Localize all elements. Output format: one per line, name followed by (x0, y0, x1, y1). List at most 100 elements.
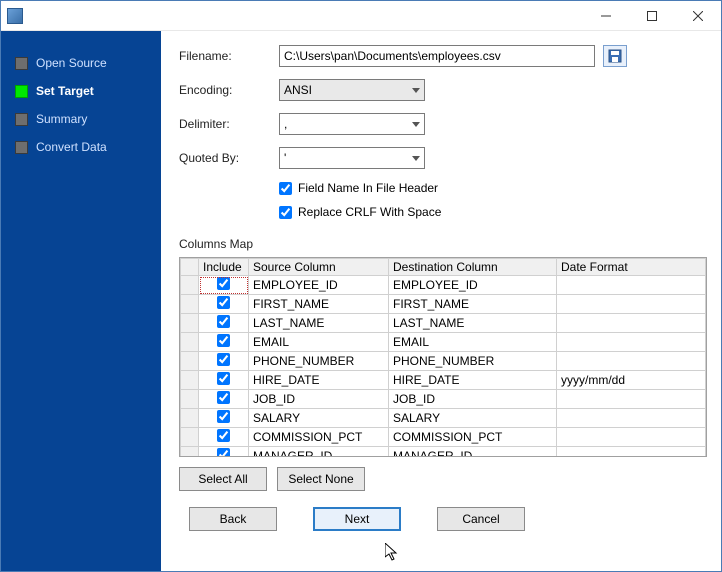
delimiter-combo[interactable]: , (279, 113, 425, 135)
date-format-cell[interactable] (557, 276, 706, 295)
next-button[interactable]: Next (313, 507, 401, 531)
col-dest-header[interactable]: Destination Column (389, 259, 557, 276)
table-row[interactable]: EMPLOYEE_IDEMPLOYEE_ID (181, 276, 706, 295)
date-format-cell[interactable] (557, 447, 706, 458)
include-cell[interactable] (199, 447, 249, 458)
date-format-cell[interactable] (557, 428, 706, 447)
destination-column-cell[interactable]: LAST_NAME (389, 314, 557, 333)
step-set-target[interactable]: Set Target (1, 77, 161, 105)
table-row[interactable]: MANAGER_IDMANAGER_ID (181, 447, 706, 458)
source-column-cell[interactable]: LAST_NAME (249, 314, 389, 333)
include-cell[interactable] (199, 314, 249, 333)
destination-column-cell[interactable]: JOB_ID (389, 390, 557, 409)
date-format-cell[interactable] (557, 390, 706, 409)
row-header[interactable] (181, 390, 199, 409)
table-row[interactable]: LAST_NAMELAST_NAME (181, 314, 706, 333)
row-header[interactable] (181, 428, 199, 447)
save-icon (608, 49, 622, 63)
destination-column-cell[interactable]: EMPLOYEE_ID (389, 276, 557, 295)
maximize-button[interactable] (629, 1, 675, 30)
include-checkbox[interactable] (217, 410, 230, 423)
step-box-icon (15, 141, 28, 154)
table-row[interactable]: FIRST_NAMEFIRST_NAME (181, 295, 706, 314)
destination-column-cell[interactable]: EMAIL (389, 333, 557, 352)
date-format-cell[interactable] (557, 295, 706, 314)
destination-column-cell[interactable]: COMMISSION_PCT (389, 428, 557, 447)
columns-map-label: Columns Map (179, 237, 707, 251)
source-column-cell[interactable]: EMAIL (249, 333, 389, 352)
browse-button[interactable] (603, 45, 627, 67)
source-column-cell[interactable]: COMMISSION_PCT (249, 428, 389, 447)
destination-column-cell[interactable]: PHONE_NUMBER (389, 352, 557, 371)
row-header[interactable] (181, 295, 199, 314)
col-include-header[interactable]: Include (199, 259, 249, 276)
include-checkbox[interactable] (217, 429, 230, 442)
date-format-cell[interactable] (557, 352, 706, 371)
source-column-cell[interactable]: SALARY (249, 409, 389, 428)
close-button[interactable] (675, 1, 721, 30)
include-cell[interactable] (199, 352, 249, 371)
table-row[interactable]: COMMISSION_PCTCOMMISSION_PCT (181, 428, 706, 447)
table-row[interactable]: HIRE_DATEHIRE_DATEyyyy/mm/dd (181, 371, 706, 390)
step-open-source[interactable]: Open Source (1, 49, 161, 77)
row-header[interactable] (181, 276, 199, 295)
minimize-button[interactable] (583, 1, 629, 30)
row-header[interactable] (181, 409, 199, 428)
include-checkbox[interactable] (217, 391, 230, 404)
include-checkbox[interactable] (217, 277, 230, 290)
table-row[interactable]: PHONE_NUMBERPHONE_NUMBER (181, 352, 706, 371)
date-format-cell[interactable] (557, 333, 706, 352)
row-header[interactable] (181, 314, 199, 333)
row-header[interactable] (181, 352, 199, 371)
table-row[interactable]: JOB_IDJOB_ID (181, 390, 706, 409)
date-format-cell[interactable] (557, 314, 706, 333)
date-format-cell[interactable]: yyyy/mm/dd (557, 371, 706, 390)
source-column-cell[interactable]: MANAGER_ID (249, 447, 389, 458)
replace-crlf-checkbox[interactable] (279, 206, 292, 219)
source-column-cell[interactable]: PHONE_NUMBER (249, 352, 389, 371)
include-checkbox[interactable] (217, 448, 230, 457)
include-cell[interactable] (199, 333, 249, 352)
date-format-cell[interactable] (557, 409, 706, 428)
table-row[interactable]: EMAILEMAIL (181, 333, 706, 352)
source-column-cell[interactable]: FIRST_NAME (249, 295, 389, 314)
include-checkbox[interactable] (217, 353, 230, 366)
select-all-button[interactable]: Select All (179, 467, 267, 491)
source-column-cell[interactable]: HIRE_DATE (249, 371, 389, 390)
destination-column-cell[interactable]: FIRST_NAME (389, 295, 557, 314)
row-header[interactable] (181, 447, 199, 458)
source-column-cell[interactable]: JOB_ID (249, 390, 389, 409)
filename-input[interactable] (279, 45, 595, 67)
include-cell[interactable] (199, 371, 249, 390)
destination-column-cell[interactable]: SALARY (389, 409, 557, 428)
include-cell[interactable] (199, 428, 249, 447)
include-checkbox[interactable] (217, 372, 230, 385)
field-name-header-checkbox[interactable] (279, 182, 292, 195)
app-icon (7, 8, 23, 24)
back-button[interactable]: Back (189, 507, 277, 531)
cancel-button[interactable]: Cancel (437, 507, 525, 531)
step-summary[interactable]: Summary (1, 105, 161, 133)
include-cell[interactable] (199, 276, 249, 295)
source-column-cell[interactable]: EMPLOYEE_ID (249, 276, 389, 295)
include-checkbox[interactable] (217, 315, 230, 328)
wizard-sidebar: Open Source Set Target Summary Convert D… (1, 31, 161, 571)
col-source-header[interactable]: Source Column (249, 259, 389, 276)
row-header[interactable] (181, 371, 199, 390)
include-checkbox[interactable] (217, 296, 230, 309)
include-cell[interactable] (199, 390, 249, 409)
select-none-button[interactable]: Select None (277, 467, 365, 491)
col-format-header[interactable]: Date Format (557, 259, 706, 276)
row-header[interactable] (181, 333, 199, 352)
destination-column-cell[interactable]: MANAGER_ID (389, 447, 557, 458)
include-cell[interactable] (199, 295, 249, 314)
step-convert-data[interactable]: Convert Data (1, 133, 161, 161)
encoding-combo[interactable]: ANSI (279, 79, 425, 101)
include-checkbox[interactable] (217, 334, 230, 347)
table-row[interactable]: SALARYSALARY (181, 409, 706, 428)
destination-column-cell[interactable]: HIRE_DATE (389, 371, 557, 390)
include-cell[interactable] (199, 409, 249, 428)
quoted-combo[interactable]: ' (279, 147, 425, 169)
filename-label: Filename: (179, 49, 279, 63)
columns-map-grid[interactable]: Include Source Column Destination Column… (179, 257, 707, 457)
